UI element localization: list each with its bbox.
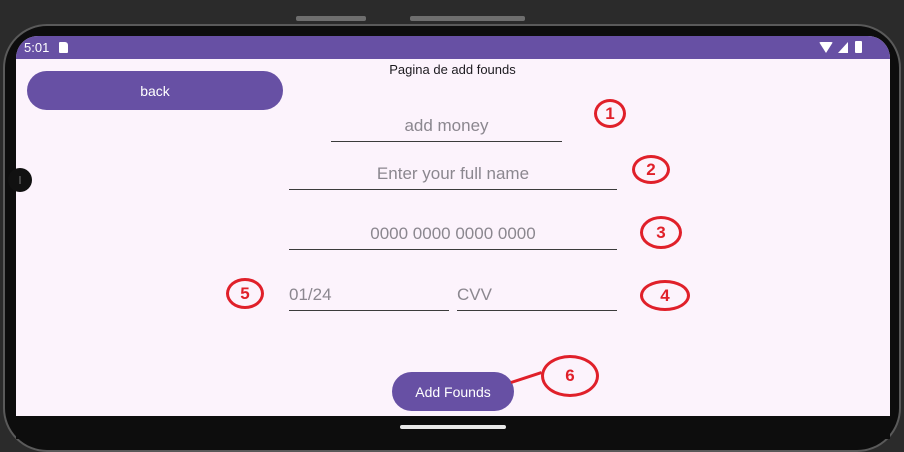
- floating-overlay-button[interactable]: [8, 168, 32, 192]
- cvv-input[interactable]: CVV: [457, 285, 617, 311]
- annotation-marker: 6: [541, 355, 599, 397]
- hardware-button: [296, 16, 366, 21]
- annotation-marker: 3: [640, 216, 682, 249]
- annotation-marker: 5: [226, 278, 264, 309]
- navigation-bar: [16, 416, 890, 439]
- battery-icon: [855, 41, 862, 53]
- status-bar: 5:01: [16, 36, 890, 59]
- annotation-marker: 1: [594, 99, 626, 128]
- annotation-marker: 2: [632, 155, 670, 184]
- page-title: Pagina de add founds: [389, 62, 516, 77]
- home-gesture-handle[interactable]: [400, 425, 506, 429]
- add-founds-button[interactable]: Add Founds: [392, 372, 514, 411]
- add-money-input[interactable]: add money: [331, 116, 562, 142]
- wifi-icon: [819, 42, 833, 53]
- device-frame: 5:01 Pagina de add founds back add money…: [0, 0, 904, 452]
- sd-card-icon: [59, 42, 68, 53]
- status-time: 5:01: [24, 40, 50, 55]
- app-screen: 5:01 Pagina de add founds back add money…: [16, 36, 890, 439]
- signal-icon: [838, 42, 848, 53]
- page-content: Pagina de add founds back add money Ente…: [16, 59, 890, 411]
- full-name-input[interactable]: Enter your full name: [289, 164, 617, 190]
- hardware-button: [410, 16, 525, 21]
- expiry-date-input[interactable]: 01/24: [289, 285, 449, 311]
- card-number-input[interactable]: 0000 0000 0000 0000: [289, 224, 617, 250]
- annotation-marker: 4: [640, 280, 690, 311]
- back-button[interactable]: back: [27, 71, 283, 110]
